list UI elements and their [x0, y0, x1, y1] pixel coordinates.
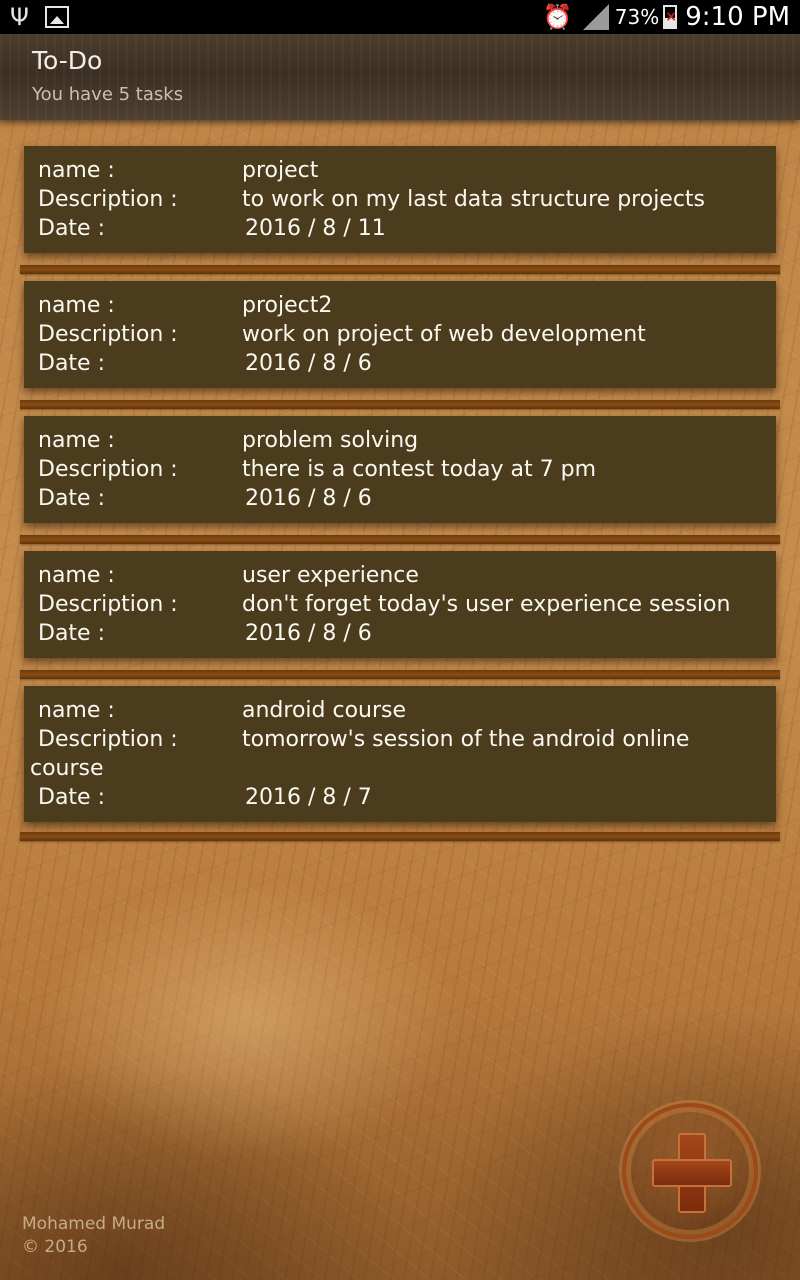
divider: [20, 400, 780, 409]
task-name: problem solving: [242, 428, 419, 453]
task-item[interactable]: name : problem solving Description : there…: [0, 416, 800, 551]
task-description: there is a contest today at 7 pm: [242, 457, 597, 482]
battery-icon: ×: [663, 5, 678, 29]
task-card[interactable]: name : problem solving Description : there…: [24, 416, 776, 523]
alarm-icon: ⏰: [542, 3, 573, 31]
task-item[interactable]: name : project2 Description : work on proj…: [0, 281, 800, 416]
task-card[interactable]: name : android course Description : tomorr…: [24, 686, 776, 822]
task-count-subtitle: You have 5 tasks: [32, 84, 184, 105]
image-icon: [44, 6, 69, 28]
divider: [20, 265, 780, 274]
date-label: Date :: [38, 486, 105, 511]
author-name: Mohamed Murad: [22, 1214, 166, 1234]
description-label: Description :: [38, 727, 178, 752]
task-date: 2016 / 8 / 6: [245, 351, 372, 376]
task-card[interactable]: name : project2 Description : work on proj…: [24, 281, 776, 388]
action-bar: To-Do You have 5 tasks: [0, 34, 800, 120]
task-item[interactable]: name : project Description : to work on my…: [0, 146, 800, 281]
name-label: name :: [38, 698, 115, 723]
divider: [20, 832, 780, 841]
date-label: Date :: [38, 785, 105, 810]
task-date: 2016 / 8 / 6: [245, 621, 372, 646]
app-title: To-Do: [32, 46, 103, 75]
divider: [20, 535, 780, 544]
status-bar: Ψ ⏰ 73% × 9:10 PM: [0, 0, 800, 34]
task-name: android course: [242, 698, 407, 723]
description-label: Description :: [38, 187, 178, 212]
task-name: user experience: [242, 563, 419, 588]
description-label: Description :: [38, 322, 178, 347]
copyright-text: © 2016: [22, 1237, 88, 1257]
add-task-button[interactable]: [622, 1103, 758, 1239]
clock: 9:10 PM: [685, 2, 790, 32]
name-label: name :: [38, 563, 115, 588]
name-label: name :: [38, 293, 115, 318]
task-item[interactable]: name : user experience Description : don't…: [0, 551, 800, 686]
battery-percent: 73%: [614, 5, 660, 29]
signal-icon: [582, 4, 609, 30]
task-date: 2016 / 8 / 7: [245, 785, 372, 810]
task-name: project2: [242, 293, 333, 318]
name-label: name :: [38, 158, 115, 183]
task-description: don't forget today's user experience ses…: [242, 592, 731, 617]
task-card[interactable]: name : user experience Description : don't…: [24, 551, 776, 658]
task-description: to work on my last data structure projec…: [242, 187, 706, 212]
task-card[interactable]: name : project Description : to work on my…: [24, 146, 776, 253]
task-date: 2016 / 8 / 11: [245, 216, 386, 241]
task-list: name : project Description : to work on my…: [0, 146, 800, 846]
footer-credit: Mohamed Murad © 2016: [22, 1213, 165, 1259]
date-label: Date :: [38, 351, 105, 376]
description-label: Description :: [38, 457, 178, 482]
task-item[interactable]: name : android course Description : tomorr…: [0, 686, 800, 846]
task-description-continued: course: [30, 756, 104, 781]
description-label: Description :: [38, 592, 178, 617]
name-label: name :: [38, 428, 115, 453]
task-name: project: [242, 158, 319, 183]
plus-icon-bar: [652, 1159, 732, 1187]
task-description: work on project of web development: [242, 322, 646, 347]
divider: [20, 670, 780, 679]
usb-icon: Ψ: [10, 3, 29, 31]
task-date: 2016 / 8 / 6: [245, 486, 372, 511]
date-label: Date :: [38, 621, 105, 646]
date-label: Date :: [38, 216, 105, 241]
task-description: tomorrow's session of the android online: [242, 727, 690, 752]
